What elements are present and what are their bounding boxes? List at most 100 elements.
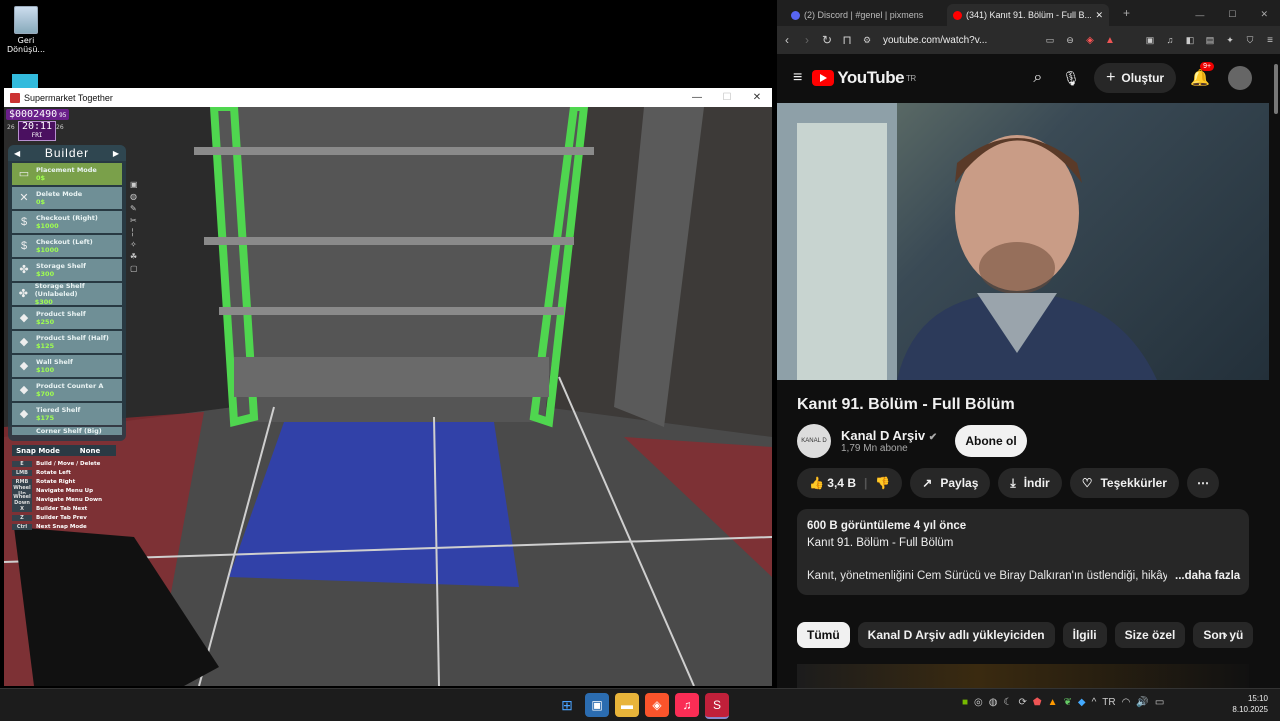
address-bar[interactable]: youtube.com/watch?v... <box>883 35 1040 46</box>
cast-icon[interactable]: ▭ <box>1040 35 1060 46</box>
tray-leaf-icon[interactable]: ❦ <box>1063 697 1071 708</box>
builder-item[interactable]: ◆ Product Shelf $250 <box>12 307 122 329</box>
tray-sync-icon[interactable]: ⟳ <box>1018 697 1026 708</box>
builder-item[interactable]: ◆ Tiered Shelf $175 <box>12 403 122 425</box>
tab-label: (341) Kanıt 91. Bölüm - Full B... <box>966 10 1092 20</box>
brave-browser-icon[interactable]: ◈ <box>645 693 669 717</box>
money-suffix: 95 <box>59 112 67 119</box>
volume-icon[interactable]: 🔊 <box>1136 697 1148 708</box>
taskbar-clock[interactable]: 15:10 8.10.2025 <box>1232 693 1268 715</box>
builder-item[interactable]: $ Checkout (Right) $1000 <box>12 211 122 233</box>
brave-shield-icon[interactable]: ◈ <box>1080 35 1100 46</box>
channel-name[interactable]: Kanal D Arşiv ✔ <box>841 428 937 443</box>
media-icon[interactable]: ♫ <box>1160 35 1180 45</box>
browser-tab[interactable]: (341) Kanıt 91. Bölüm - Full B... ✕ <box>947 4 1109 26</box>
minimize-button[interactable]: — <box>682 92 712 103</box>
page-scrollbar[interactable] <box>1272 54 1280 688</box>
tray-app2-icon[interactable]: ◆ <box>1078 697 1086 708</box>
thumbs-up-icon: 👍 <box>809 476 824 490</box>
recommended-video-thumbnail[interactable] <box>797 664 1249 688</box>
download-button[interactable]: ⤓ İndir <box>998 468 1062 498</box>
filter-chip[interactable]: Size özel <box>1114 622 1186 648</box>
menu-icon[interactable]: ≡ <box>1260 35 1280 46</box>
chips-next-icon[interactable]: › <box>1223 626 1228 642</box>
steam-icon[interactable]: ◍ <box>989 697 998 708</box>
maximize-button[interactable]: ☐ <box>712 92 742 103</box>
tab-search-icon[interactable]: ▣ <box>1140 35 1160 46</box>
filter-chip[interactable]: İlgili <box>1062 622 1107 648</box>
scrollbar-thumb[interactable] <box>1274 64 1278 114</box>
more-actions-button[interactable]: ⋯ <box>1186 468 1219 498</box>
reload-icon[interactable]: ↻ <box>817 33 837 47</box>
music-icon[interactable]: ♫ <box>675 693 699 717</box>
dislike-button[interactable]: 👎 <box>875 476 890 490</box>
share-button[interactable]: ↗ Paylaş <box>910 468 991 498</box>
snap-mode-bar[interactable]: Snap Mode None <box>12 445 116 456</box>
leo-icon[interactable]: ✦ <box>1220 35 1240 46</box>
builder-next-tab-icon[interactable]: ▶ <box>113 149 120 158</box>
zoom-icon[interactable]: ⊖ <box>1060 35 1080 46</box>
supermarket-together-icon[interactable]: S <box>705 693 729 719</box>
rewards-icon[interactable]: ▲ <box>1100 35 1120 46</box>
tab-close-icon[interactable]: ✕ <box>1095 10 1103 21</box>
filter-chip[interactable]: Kanal D Arşiv adlı yükleyiciden <box>857 622 1055 648</box>
sidebar-icon[interactable]: ◧ <box>1180 35 1200 46</box>
youtube-logo[interactable]: YouTube TR <box>812 68 916 88</box>
hamburger-menu-icon[interactable]: ≡ <box>793 69 802 87</box>
builder-item[interactable]: ◆ Product Shelf (Half) $125 <box>12 331 122 353</box>
tray-misc-icon[interactable]: ☾ <box>1004 697 1013 708</box>
builder-item[interactable]: $ Checkout (Left) $1000 <box>12 235 122 257</box>
battery-icon[interactable]: ▭ <box>1155 697 1164 708</box>
tray-shield-icon[interactable]: ⬟ <box>1033 697 1042 708</box>
new-tab-button[interactable]: + <box>1123 6 1130 20</box>
desktop-app-icon[interactable] <box>12 74 38 88</box>
forward-icon[interactable]: › <box>797 33 817 47</box>
builder-item[interactable]: ✤ Storage Shelf (Unlabeled) $300 <box>12 282 122 306</box>
builder-item[interactable]: Corner Shelf (Big) <box>12 427 122 435</box>
recycle-bin-icon[interactable]: Geri Dönüşü... <box>6 6 46 54</box>
file-explorer-icon[interactable]: ▬ <box>615 693 639 717</box>
wallet-icon[interactable]: ▤ <box>1200 35 1220 46</box>
tray-warning-icon[interactable]: ▲ <box>1048 697 1058 708</box>
browser-maximize-button[interactable]: ☐ <box>1228 9 1236 20</box>
thanks-button[interactable]: ♡ Teşekkürler <box>1069 468 1179 498</box>
create-button[interactable]: + Oluştur <box>1094 63 1177 93</box>
video-player[interactable] <box>777 103 1269 380</box>
builder-prev-tab-icon[interactable]: ◀ <box>14 149 21 158</box>
language-icon[interactable]: TR <box>1102 697 1115 708</box>
chevron-up-icon[interactable]: ^ <box>1092 697 1097 708</box>
keybind-action: Navigate Menu Down <box>36 496 102 503</box>
game-app-icon <box>10 92 20 103</box>
browser-tab[interactable]: (2) Discord | #genel | pixmens <box>785 4 947 26</box>
builder-item[interactable]: ◆ Wall Shelf $100 <box>12 355 122 377</box>
browser-close-button[interactable]: ✕ <box>1260 9 1268 20</box>
builder-item[interactable]: ◆ Product Counter A $700 <box>12 379 122 401</box>
vpn-icon[interactable]: ⛉ <box>1240 35 1260 46</box>
channel-avatar[interactable]: KANAL D <box>797 424 831 458</box>
bookmark-icon[interactable]: ⊓ <box>837 33 857 47</box>
game-viewport[interactable]: $0002490 95 26 26 20:11 FRI ◀ Builder ▶ ▭… <box>4 107 772 686</box>
close-button[interactable]: ✕ <box>742 92 772 103</box>
builder-item[interactable]: ✕ Delete Mode 0$ <box>12 187 122 209</box>
game-titlebar[interactable]: Supermarket Together — ☐ ✕ <box>4 88 772 107</box>
builder-item[interactable]: ▭ Placement Mode 0$ <box>12 163 122 185</box>
like-button[interactable]: 👍 3,4 B <box>809 476 856 490</box>
notifications-icon[interactable]: 🔔 9+ <box>1190 62 1215 88</box>
search-icon[interactable]: ⌕ <box>1033 69 1042 87</box>
back-icon[interactable]: ‹ <box>777 33 797 47</box>
nvidia-icon[interactable]: ■ <box>962 697 968 708</box>
browser-minimize-button[interactable]: — <box>1195 10 1204 20</box>
description-box[interactable]: 600 B görüntüleme 4 yıl önce Kanıt 91. B… <box>797 509 1249 595</box>
filter-chip[interactable]: Tümü <box>797 622 850 648</box>
wifi-icon[interactable]: ◠ <box>1122 697 1131 708</box>
start-icon[interactable]: ⊞ <box>555 693 579 717</box>
builder-item[interactable]: ✤ Storage Shelf $300 <box>12 259 122 281</box>
show-more-link[interactable]: ...daha fazla <box>1175 570 1240 582</box>
account-avatar[interactable] <box>1228 66 1252 90</box>
mic-icon[interactable]: 🎙 <box>1062 70 1080 87</box>
tray-app-icon[interactable]: ◎ <box>974 697 983 708</box>
hud-right-num: 26 <box>56 124 64 131</box>
subscribe-button[interactable]: Abone ol <box>955 425 1027 457</box>
site-info-icon[interactable]: ⚙ <box>857 35 877 46</box>
gallery-icon[interactable]: ▣ <box>585 693 609 717</box>
